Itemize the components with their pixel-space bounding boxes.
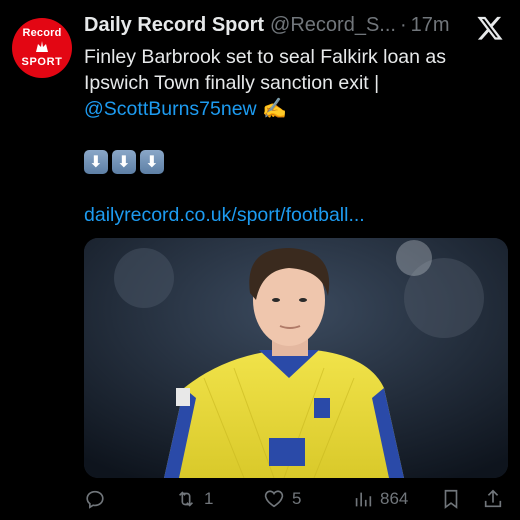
repost-count: 1 <box>204 489 214 508</box>
x-logo-icon <box>476 14 504 42</box>
share-button[interactable] <box>482 488 504 510</box>
timestamp[interactable]: 17m <box>411 14 450 37</box>
repost-button[interactable]: 1 <box>174 488 213 510</box>
mention-link[interactable]: @ScottBurns75new <box>84 98 257 120</box>
avatar-text-bottom: SPORT <box>21 56 63 68</box>
arrow-emojis: ⬇ ⬇ ⬇ <box>84 150 164 174</box>
article-link[interactable]: dailyrecord.co.uk/sport/football... <box>84 204 365 227</box>
views-count: 864 <box>380 489 409 508</box>
bookmark-icon <box>444 489 458 509</box>
reply-button[interactable] <box>84 488 112 510</box>
down-arrow-icon: ⬇ <box>112 150 136 174</box>
lion-crest-icon <box>34 40 50 56</box>
reply-icon <box>86 490 104 509</box>
bookmark-button[interactable] <box>440 488 462 510</box>
avatar-text-top: Record <box>22 27 62 39</box>
tweet-header: Daily Record Sport @Record_S... · 17m <box>84 14 460 37</box>
down-arrow-icon: ⬇ <box>140 150 164 174</box>
tweet-text: Finley Barbrook set to seal Falkirk loan… <box>84 44 502 122</box>
repost-icon <box>178 491 194 507</box>
account-handle[interactable]: @Record_S... <box>270 14 396 37</box>
views-button[interactable]: 864 <box>352 488 408 510</box>
avatar[interactable]: Record SPORT <box>12 18 72 78</box>
account-name[interactable]: Daily Record Sport <box>84 14 264 37</box>
like-button[interactable]: 5 <box>262 488 301 510</box>
tweet-body: Finley Barbrook set to seal Falkirk loan… <box>84 46 446 94</box>
separator: · <box>399 14 407 36</box>
share-icon <box>484 489 502 508</box>
writing-hand-emoji: ✍️ <box>262 98 287 120</box>
down-arrow-icon: ⬇ <box>84 150 108 174</box>
views-chart-icon <box>355 492 372 507</box>
like-count: 5 <box>292 489 302 508</box>
action-bar: 1 5 864 <box>84 486 510 512</box>
player-photo <box>84 238 508 478</box>
heart-icon <box>264 490 284 508</box>
tweet-image[interactable] <box>84 238 508 478</box>
